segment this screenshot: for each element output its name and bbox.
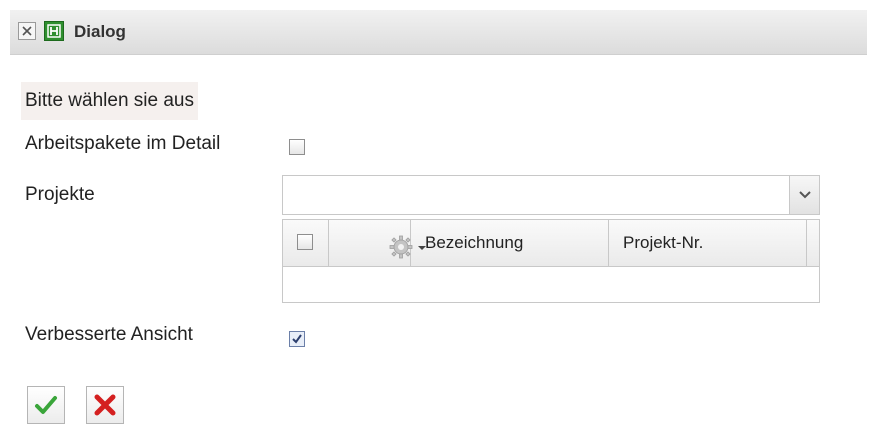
app-icon: [44, 21, 64, 41]
column-settings-cell[interactable]: [329, 220, 426, 266]
projekte-grid: Bezeichnung Projekt-Nr.: [282, 219, 820, 303]
cancel-button[interactable]: [86, 386, 124, 424]
verbesserte-label: Verbesserte Ansicht: [25, 324, 193, 345]
grid-header: Bezeichnung Projekt-Nr.: [283, 220, 819, 267]
cross-icon: [94, 394, 116, 416]
prompt-text: Bitte wählen sie aus: [21, 82, 198, 120]
column-header-bezeichnung[interactable]: Bezeichnung: [411, 220, 609, 266]
arbeitspakete-checkbox[interactable]: [289, 139, 305, 155]
ok-button[interactable]: [27, 386, 65, 424]
verbesserte-checkbox[interactable]: [289, 331, 305, 347]
close-icon[interactable]: [18, 22, 36, 40]
projekte-combobox[interactable]: [282, 175, 820, 215]
dialog-title: Dialog: [74, 22, 126, 41]
chevron-down-icon[interactable]: [789, 176, 819, 214]
column-header-label: Bezeichnung: [425, 233, 524, 252]
select-all-checkbox[interactable]: [297, 234, 313, 250]
arbeitspakete-label: Arbeitspakete im Detail: [25, 133, 221, 154]
dialog-titlebar: Dialog: [10, 10, 867, 55]
select-all-cell: [283, 220, 329, 266]
column-header-label: Projekt-Nr.: [623, 233, 704, 252]
checkmark-icon: [35, 396, 57, 414]
column-header-projekt-nr[interactable]: Projekt-Nr.: [609, 220, 807, 266]
projekte-label: Projekte: [25, 184, 95, 205]
